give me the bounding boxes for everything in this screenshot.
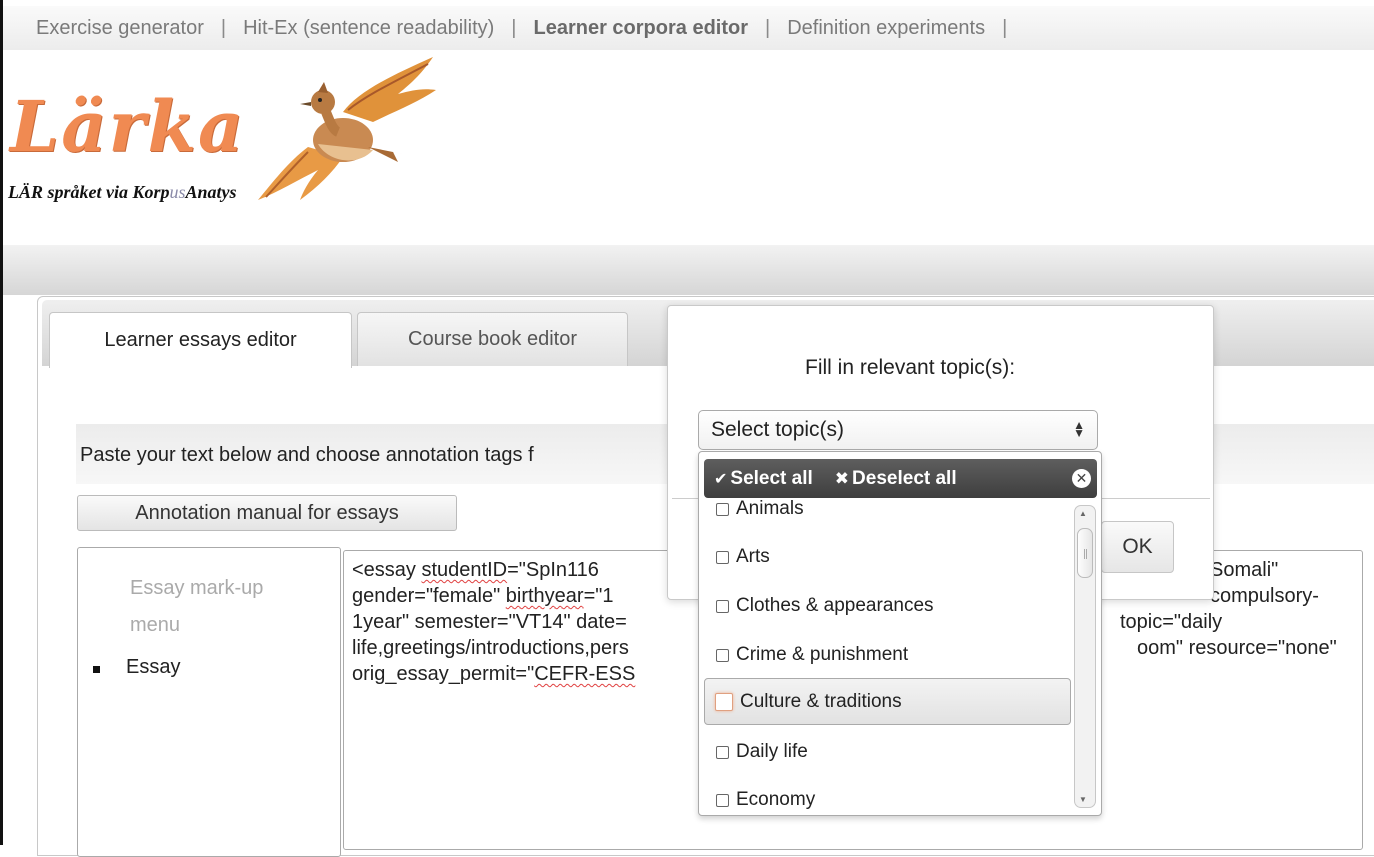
checkbox-icon[interactable] <box>716 550 729 564</box>
topic-options-list: Animals Arts Clothes & appearances Crime… <box>699 500 1073 812</box>
checkbox-icon[interactable] <box>716 502 729 516</box>
text-segment: orig_essay_permit=" <box>352 663 535 685</box>
checkbox-icon[interactable] <box>716 599 729 613</box>
nav-exercise-generator[interactable]: Exercise generator <box>36 17 204 40</box>
logo-tagline: LÄR språket via KorpusAnatys <box>8 182 237 203</box>
bullet-icon <box>93 666 100 673</box>
topic-option-animals[interactable]: Animals <box>704 500 1071 531</box>
tab-course-book-editor[interactable]: Course book editor <box>357 312 628 366</box>
logo-tagline-faint: us <box>169 182 186 202</box>
topic-option-label: Clothes & appearances <box>736 595 934 616</box>
topic-select-label: Select topic(s) <box>711 418 845 441</box>
topic-option-clothes[interactable]: Clothes & appearances <box>704 584 1071 628</box>
nav-separator: | <box>1002 16 1008 39</box>
annotation-manual-button[interactable]: Annotation manual for essays <box>77 495 457 531</box>
text-segment: Somali" <box>1210 559 1279 581</box>
close-dropdown-icon[interactable]: ✕ <box>1072 469 1091 488</box>
topic-option-crime[interactable]: Crime & punishment <box>704 633 1071 677</box>
nav-separator: | <box>220 16 227 39</box>
text-segment: gender="female" <box>352 585 506 607</box>
essay-menu-item-essay[interactable]: Essay <box>93 656 180 679</box>
text-segment: <essay <box>352 559 422 581</box>
topic-option-arts[interactable]: Arts <box>704 535 1071 579</box>
dialog-title: Fill in relevant topic(s): <box>805 356 1016 379</box>
dropdown-header: ✔ Select all ✖ Deselect all ✕ <box>704 459 1097 498</box>
nav-separator: | <box>511 16 517 39</box>
text-segment: topic="daily <box>1120 611 1223 633</box>
essay-menu-title: Essay mark-up menu <box>130 570 330 644</box>
select-all-link[interactable]: ✔ Select all <box>714 468 813 490</box>
lark-bird-icon <box>258 57 436 200</box>
ok-button[interactable]: OK <box>1101 521 1174 573</box>
topic-option-label: Arts <box>736 546 770 567</box>
scroll-down-arrow-icon[interactable]: ▼ <box>1079 795 1087 804</box>
checkbox-icon[interactable] <box>716 793 729 807</box>
logo-tagline-main: LÄR språket via Korp <box>8 182 170 202</box>
left-border <box>0 0 3 845</box>
scrollbar-thumb[interactable] <box>1077 528 1093 578</box>
select-all-label: Select all <box>730 467 813 489</box>
nav-separator: | <box>765 16 771 39</box>
topic-option-economy[interactable]: Economy <box>704 778 1071 812</box>
text-segment: ="SpIn116 <box>507 559 599 581</box>
text-segment: ="1 <box>583 585 614 607</box>
nav-definition-experiments[interactable]: Definition experiments <box>787 17 985 40</box>
essay-menu-title-line2: menu <box>130 614 181 636</box>
topic-option-label: Daily life <box>736 741 808 762</box>
topic-option-label: Crime & punishment <box>736 644 909 665</box>
topic-option-label: Economy <box>736 789 816 810</box>
checkbox-icon[interactable] <box>716 648 729 662</box>
header-band <box>3 245 1374 295</box>
topic-option-label: Culture & traditions <box>740 690 902 712</box>
cross-icon: ✖ <box>834 468 850 488</box>
deselect-all-link[interactable]: ✖ Deselect all <box>835 468 957 490</box>
dropdown-scrollbar[interactable]: ▲ ▼ <box>1074 505 1096 808</box>
essay-menu-title-line1: Essay mark-up <box>130 577 264 599</box>
text-segment: compulsory- <box>1210 585 1319 607</box>
essay-menu-item-label: Essay <box>126 656 181 678</box>
larka-logo[interactable]: Lärka LÄR språket via KorpusAnatys <box>8 52 448 212</box>
topic-option-label: Animals <box>736 500 804 519</box>
topic-option-culture[interactable]: Culture & traditions <box>704 678 1071 725</box>
checkbox-icon[interactable] <box>716 745 729 759</box>
logo-tagline-end: Anatys <box>185 182 237 202</box>
top-nav: Exercise generator | Hit-Ex (sentence re… <box>3 6 1374 50</box>
text-segment: life,greetings/introductions,pers <box>352 637 629 659</box>
nav-learner-corpora-editor[interactable]: Learner corpora editor <box>534 17 749 40</box>
text-segment: birthyear <box>505 585 584 607</box>
text-segment: oom" resource="none" <box>1137 637 1337 659</box>
instructions-text: Paste your text below and choose annotat… <box>80 444 534 466</box>
text-segment: CEFR-ESS <box>534 663 636 685</box>
checkmark-icon: ✔ <box>714 470 728 488</box>
topic-option-daily-life[interactable]: Daily life <box>704 730 1071 774</box>
logo-wordmark: Lärka <box>10 85 246 168</box>
topic-select-button[interactable]: Select topic(s) ▲ ▼ <box>698 410 1098 450</box>
checkbox-icon[interactable] <box>715 692 733 711</box>
text-segment: studentID <box>421 559 508 581</box>
updown-arrows-icon: ▲ ▼ <box>1073 418 1085 440</box>
text-segment: 1year" semester="VT14" date= <box>352 611 627 633</box>
grip-icon <box>1084 549 1087 559</box>
nav-hit-ex[interactable]: Hit-Ex (sentence readability) <box>243 17 494 40</box>
tab-learner-essays-editor[interactable]: Learner essays editor <box>49 312 352 368</box>
scroll-up-arrow-icon[interactable]: ▲ <box>1079 509 1087 518</box>
deselect-all-label: Deselect all <box>852 467 957 489</box>
